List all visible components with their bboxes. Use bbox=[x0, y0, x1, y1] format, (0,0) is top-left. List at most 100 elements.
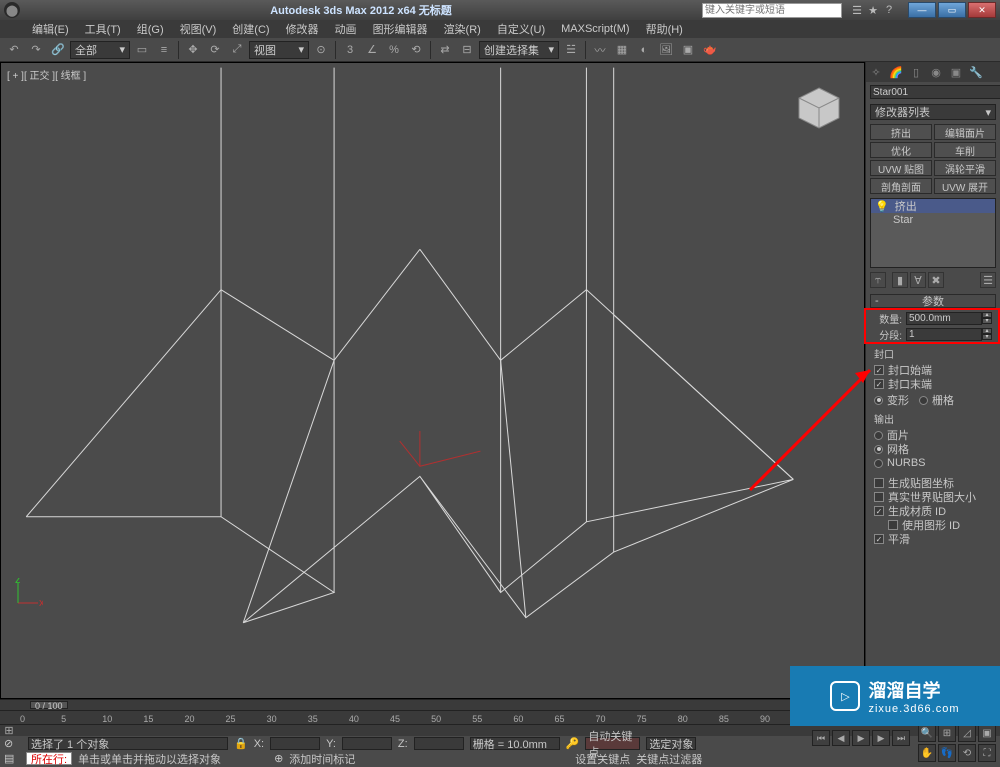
pin-stack-icon[interactable]: ⥾ bbox=[870, 272, 886, 288]
lock-icon[interactable]: ⊘ bbox=[4, 737, 22, 750]
help-icon[interactable]: ? bbox=[882, 3, 896, 17]
close-button[interactable]: ✕ bbox=[968, 2, 996, 18]
utilities-tab-icon[interactable]: 🔧 bbox=[968, 64, 984, 80]
scale-icon[interactable]: ⤢ bbox=[227, 40, 247, 60]
object-name-input[interactable] bbox=[870, 85, 1000, 99]
use-shapeid-checkbox[interactable] bbox=[888, 520, 898, 530]
render-frame-icon[interactable]: ▣ bbox=[678, 40, 698, 60]
qat-icon[interactable]: ☰ bbox=[850, 3, 864, 17]
modifier-list-dropdown[interactable]: 修改器列表▾ bbox=[870, 104, 996, 120]
stack-item-extrude[interactable]: 💡挤出 bbox=[871, 199, 995, 213]
script-icon[interactable]: ▤ bbox=[4, 752, 20, 765]
orbit-icon[interactable]: ⟲ bbox=[958, 744, 976, 762]
viewport-label[interactable]: [ + ][ 正交 ][ 线框 ] bbox=[7, 67, 86, 82]
select-name-icon[interactable]: ≡ bbox=[154, 40, 174, 60]
goto-end-icon[interactable]: ⏭ bbox=[892, 730, 910, 746]
maximize-vp-icon[interactable]: ⛶ bbox=[978, 744, 996, 762]
x-coord-field[interactable] bbox=[270, 737, 320, 750]
add-timemark[interactable]: 添加时间标记 bbox=[289, 751, 369, 767]
menu-edit[interactable]: 编辑(E) bbox=[24, 19, 77, 39]
render-setup-icon[interactable]: 🖼 bbox=[656, 40, 676, 60]
render-icon[interactable]: 🫖 bbox=[700, 40, 720, 60]
redo-icon[interactable]: ↷ bbox=[26, 40, 46, 60]
menu-group[interactable]: 组(G) bbox=[129, 19, 172, 39]
gen-mapcoords-checkbox[interactable] bbox=[874, 478, 884, 488]
pivot-icon[interactable]: ⊙ bbox=[311, 40, 331, 60]
key-icon[interactable]: 🔑 bbox=[566, 737, 580, 750]
pan-icon[interactable]: ✋ bbox=[918, 744, 936, 762]
zoom-extents-icon[interactable]: ▣ bbox=[978, 724, 996, 742]
autokey-button[interactable]: 自动关键点 bbox=[585, 737, 640, 750]
fov-icon[interactable]: ◿ bbox=[958, 724, 976, 742]
cap-grid-radio[interactable] bbox=[919, 396, 928, 405]
link-icon[interactable]: 🔗 bbox=[48, 40, 68, 60]
output-mesh-radio[interactable] bbox=[874, 445, 883, 454]
mirror-icon[interactable]: ⇄ bbox=[435, 40, 455, 60]
snap-icon[interactable]: 3 bbox=[340, 40, 360, 60]
walk-icon[interactable]: 👣 bbox=[938, 744, 956, 762]
goto-start-icon[interactable]: ⏮ bbox=[812, 730, 830, 746]
material-editor-icon[interactable]: ◐ bbox=[634, 40, 654, 60]
menu-create[interactable]: 创建(C) bbox=[224, 19, 277, 39]
remove-mod-icon[interactable]: ✖ bbox=[928, 272, 944, 288]
selset-dropdown[interactable]: 选定对象 bbox=[646, 737, 696, 750]
create-tab-icon[interactable]: ✧ bbox=[868, 64, 884, 80]
viewcube[interactable] bbox=[794, 83, 844, 133]
menu-customize[interactable]: 自定义(U) bbox=[489, 19, 553, 39]
y-coord-field[interactable] bbox=[342, 737, 392, 750]
spinner-down-icon[interactable]: ▾ bbox=[982, 334, 992, 340]
angle-snap-icon[interactable]: ∠ bbox=[362, 40, 382, 60]
smooth-checkbox[interactable]: ✓ bbox=[874, 534, 884, 544]
zoom-icon[interactable]: 🔍 bbox=[918, 724, 936, 742]
rotate-icon[interactable]: ⟳ bbox=[205, 40, 225, 60]
menu-render[interactable]: 渲染(R) bbox=[436, 19, 489, 39]
move-icon[interactable]: ✥ bbox=[183, 40, 203, 60]
menu-help[interactable]: 帮助(H) bbox=[638, 19, 691, 39]
minimize-button[interactable]: — bbox=[908, 2, 936, 18]
cap-morph-radio[interactable] bbox=[874, 396, 883, 405]
show-end-icon[interactable]: ▮ bbox=[892, 272, 908, 288]
mod-btn-lathe[interactable]: 车削 bbox=[934, 142, 996, 158]
percent-snap-icon[interactable]: % bbox=[384, 40, 404, 60]
viewport[interactable]: [ + ][ 正交 ][ 线框 ] bbox=[0, 62, 865, 699]
star-icon[interactable]: ★ bbox=[866, 3, 880, 17]
mod-btn-editpatch[interactable]: 编辑面片 bbox=[934, 124, 996, 140]
play-icon[interactable]: ▶ bbox=[852, 730, 870, 746]
mod-btn-turbosmooth[interactable]: 涡轮平滑 bbox=[934, 160, 996, 176]
trackbar-icon[interactable]: ⊞ bbox=[0, 724, 18, 737]
display-tab-icon[interactable]: ▣ bbox=[948, 64, 964, 80]
rollout-params-header[interactable]: -参数 bbox=[870, 294, 996, 308]
mod-btn-bevelprofile[interactable]: 剖角剖面 bbox=[870, 178, 932, 194]
help-search-input[interactable] bbox=[702, 3, 842, 18]
amount-input[interactable] bbox=[906, 312, 982, 325]
hierarchy-tab-icon[interactable]: ▯ bbox=[908, 64, 924, 80]
menu-animation[interactable]: 动画 bbox=[327, 19, 365, 39]
modifier-stack[interactable]: 💡挤出 Star bbox=[870, 198, 996, 268]
mod-btn-uvwmap[interactable]: UVW 贴图 bbox=[870, 160, 932, 176]
ref-coord-dropdown[interactable]: 视图▾ bbox=[249, 41, 309, 59]
prev-frame-icon[interactable]: ◀ bbox=[832, 730, 850, 746]
cap-start-checkbox[interactable]: ✓ bbox=[874, 365, 884, 375]
motion-tab-icon[interactable]: ◉ bbox=[928, 64, 944, 80]
gen-matid-checkbox[interactable]: ✓ bbox=[874, 506, 884, 516]
align-icon[interactable]: ⊟ bbox=[457, 40, 477, 60]
next-frame-icon[interactable]: ▶ bbox=[872, 730, 890, 746]
realworld-checkbox[interactable] bbox=[874, 492, 884, 502]
select-icon[interactable]: ▭ bbox=[132, 40, 152, 60]
lock-selection-icon[interactable]: 🔒 bbox=[234, 737, 248, 750]
output-patch-radio[interactable] bbox=[874, 431, 883, 440]
undo-icon[interactable]: ↶ bbox=[4, 40, 24, 60]
mod-btn-optimize[interactable]: 优化 bbox=[870, 142, 932, 158]
z-coord-field[interactable] bbox=[414, 737, 464, 750]
output-nurbs-radio[interactable] bbox=[874, 459, 883, 468]
menu-maxscript[interactable]: MAXScript(M) bbox=[553, 21, 637, 37]
curve-editor-icon[interactable]: 〰 bbox=[590, 40, 610, 60]
named-selection-dropdown[interactable]: 创建选择集▾ bbox=[479, 41, 559, 59]
spinner-down-icon[interactable]: ▾ bbox=[982, 318, 992, 324]
maximize-button[interactable]: ▭ bbox=[938, 2, 966, 18]
mod-btn-uvwunwrap[interactable]: UVW 展开 bbox=[934, 178, 996, 194]
menu-tools[interactable]: 工具(T) bbox=[77, 19, 129, 39]
cap-end-checkbox[interactable]: ✓ bbox=[874, 379, 884, 389]
menu-view[interactable]: 视图(V) bbox=[172, 19, 225, 39]
mod-btn-extrude[interactable]: 挤出 bbox=[870, 124, 932, 140]
